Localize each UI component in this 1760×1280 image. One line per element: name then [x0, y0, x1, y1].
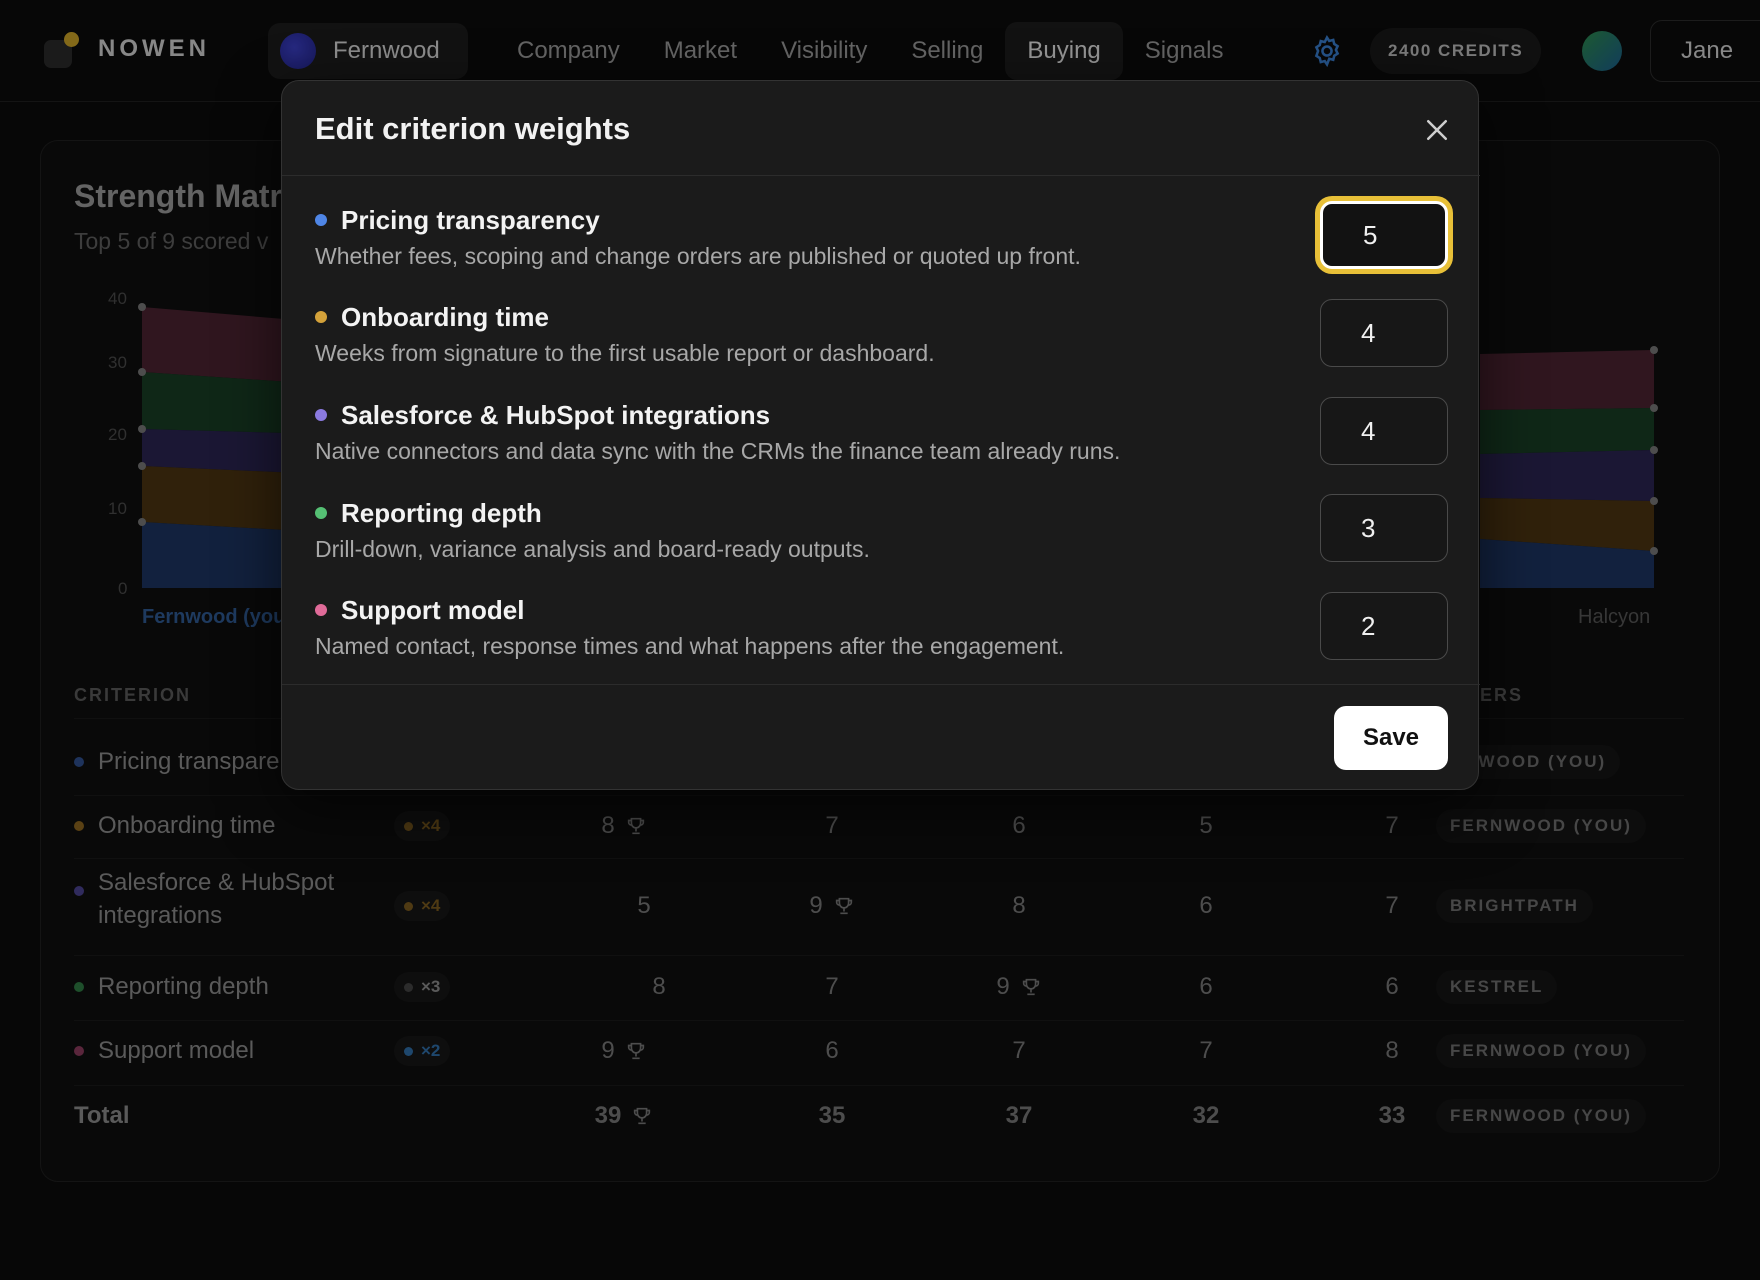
- criterion-row-pricing: Pricing transparency Whether fees, scopi…: [315, 203, 1455, 283]
- criterion-description: Whether fees, scoping and change orders …: [315, 243, 1081, 269]
- weight-input-reporting[interactable]: [1320, 494, 1448, 562]
- modal-title: Edit criterion weights: [315, 111, 631, 146]
- criterion-row-support: Support model Named contact, response ti…: [315, 593, 1455, 673]
- weight-input-pricing[interactable]: [1320, 201, 1448, 269]
- criterion-description: Native connectors and data sync with the…: [315, 438, 1121, 464]
- weight-input-support[interactable]: [1320, 592, 1448, 660]
- edit-weights-modal: Edit criterion weights Pricing transpare…: [281, 80, 1480, 790]
- criterion-name: Support model: [341, 594, 525, 625]
- save-button[interactable]: Save: [1334, 706, 1448, 770]
- criterion-color-dot: [315, 311, 327, 323]
- criterion-row-onboarding: Onboarding time Weeks from signature to …: [315, 300, 1455, 380]
- criterion-row-integrations: Salesforce & HubSpot integrations Native…: [315, 398, 1455, 478]
- criterion-description: Drill-down, variance analysis and board-…: [315, 536, 870, 562]
- criterion-color-dot: [315, 214, 327, 226]
- criterion-description: Named contact, response times and what h…: [315, 633, 1065, 659]
- criterion-name: Salesforce & HubSpot integrations: [341, 399, 771, 430]
- criterion-row-reporting: Reporting depth Drill-down, variance ana…: [315, 496, 1455, 576]
- criterion-name: Pricing transparency: [341, 204, 600, 235]
- weight-input-integrations[interactable]: [1320, 397, 1448, 465]
- criterion-color-dot: [315, 409, 327, 421]
- weight-input-onboarding[interactable]: [1320, 299, 1448, 367]
- criterion-color-dot: [315, 604, 327, 616]
- close-icon[interactable]: [1422, 115, 1452, 145]
- modal-footer-divider: [282, 684, 1480, 685]
- criterion-color-dot: [315, 507, 327, 519]
- modal-header-divider: [282, 175, 1480, 176]
- criterion-description: Weeks from signature to the first usable…: [315, 340, 935, 366]
- criterion-name: Reporting depth: [341, 497, 542, 528]
- criterion-name: Onboarding time: [341, 301, 549, 332]
